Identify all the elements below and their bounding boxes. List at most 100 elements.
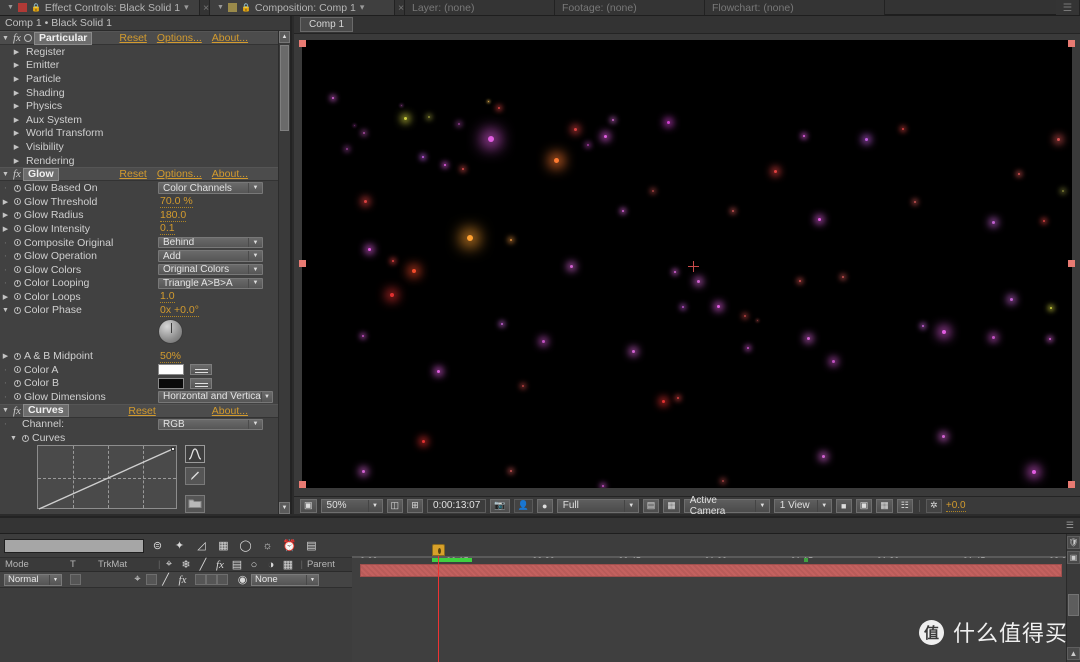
comp-flowchart-icon[interactable]: ☷ (896, 498, 913, 513)
stopwatch-icon[interactable] (11, 225, 24, 233)
scroll-up-arrow[interactable]: ▲ (279, 31, 290, 43)
exposure-icon[interactable]: ✲ (925, 498, 942, 513)
scroll-up-arrow[interactable]: ▲ (1067, 647, 1080, 660)
scroll-down-arrow[interactable]: ▼ (279, 502, 290, 514)
twirl-icon[interactable] (0, 35, 11, 42)
tab-close-x[interactable]: × (200, 0, 210, 15)
timeline-scrollbar[interactable]: 🛡 ▣ ▲ (1066, 534, 1080, 662)
tab-flowchart[interactable]: Flowchart: (none) (705, 0, 885, 15)
stopwatch-icon[interactable] (11, 279, 24, 287)
about-link[interactable]: About... (212, 32, 248, 44)
twirl-icon[interactable] (0, 250, 11, 262)
current-time-display[interactable]: 0:00:13:07 (427, 498, 487, 513)
effect-name[interactable]: Curves (22, 404, 69, 418)
effect-controls-scrollbar[interactable]: ▲ ▼ (278, 31, 290, 514)
zoom-select[interactable]: 50% ▼ (320, 498, 383, 513)
motion-blur-icon[interactable]: ◯ (237, 538, 254, 554)
camera-select[interactable]: Active Camera ▼ (683, 495, 770, 517)
twirl-icon[interactable] (0, 237, 11, 249)
twirl-icon[interactable] (0, 352, 11, 360)
particular-group-row[interactable]: World Transform (0, 127, 278, 141)
twirl-icon[interactable] (11, 48, 22, 56)
particular-group-row[interactable]: Physics (0, 99, 278, 113)
about-link[interactable]: About... (212, 405, 248, 417)
particular-group-row[interactable]: Aux System (0, 113, 278, 127)
particular-group-row[interactable]: Register (0, 45, 278, 59)
grid-guides-icon[interactable]: ◫ (386, 498, 404, 513)
param-value[interactable]: 70.0 % (160, 195, 193, 209)
layer-switch-icon[interactable]: ▣ (1067, 551, 1080, 564)
twirl-icon[interactable] (0, 198, 11, 206)
layer-adjustment-box[interactable] (217, 574, 228, 585)
effect-header-glow[interactable]: fx Glow Reset Options... About... (0, 167, 278, 182)
effect-name[interactable]: Particular (33, 31, 93, 45)
panel-menu-button[interactable]: ☰ (1056, 0, 1080, 15)
timeline-button-icon[interactable]: ▦ (876, 498, 893, 513)
color-a-eyedropper[interactable] (190, 364, 212, 376)
search-input[interactable] (4, 538, 144, 553)
layer-parent-select[interactable]: None ▼ (251, 573, 319, 586)
brainstorm-icon[interactable]: ☼ (259, 538, 276, 554)
stopwatch-icon[interactable] (11, 379, 24, 387)
twirl-icon[interactable] (11, 129, 22, 137)
twirl-icon[interactable] (0, 211, 11, 219)
twirl-icon[interactable] (8, 435, 19, 442)
twirl-icon[interactable] (11, 116, 22, 124)
twirl-icon[interactable] (0, 171, 11, 178)
composition-canvas[interactable] (302, 40, 1072, 488)
twirl-icon[interactable] (0, 277, 11, 289)
twirl-icon[interactable] (11, 157, 22, 165)
param-dropdown[interactable]: Original Colors ▼ (158, 263, 263, 276)
stopwatch-icon[interactable] (11, 266, 24, 274)
graph-editor-icon[interactable]: ▤ (303, 538, 320, 554)
reset-link[interactable]: Reset (128, 405, 155, 417)
lock-icon[interactable]: 🔒 (31, 3, 41, 12)
stopwatch-icon[interactable] (19, 434, 32, 442)
tab-dropdown-icon[interactable]: ▾ (184, 2, 189, 13)
frame-blending-icon[interactable]: ▦ (215, 538, 232, 554)
tab-footage[interactable]: Footage: (none) (555, 0, 705, 15)
pixel-aspect-icon[interactable]: ■ (835, 498, 852, 513)
tab-effect-controls[interactable]: ▼ 🔒 Effect Controls: Black Solid 1 ▾ (0, 0, 200, 15)
param-value[interactable]: 180.0 (160, 209, 187, 222)
timeline-layer-row[interactable]: Normal ▼ ⌖ ╱ fx ◉ None ▼ (0, 572, 352, 588)
stopwatch-icon[interactable] (11, 211, 24, 219)
tab-dropdown-icon[interactable]: ▾ (360, 2, 365, 13)
layer-t-checkbox[interactable] (70, 574, 81, 585)
twirl-icon[interactable] (0, 182, 11, 194)
pencil-icon[interactable] (185, 466, 205, 485)
layer-quality-icon[interactable]: ╱ (157, 572, 174, 588)
twirl-icon[interactable] (11, 61, 22, 69)
layer-duration-bar[interactable] (360, 564, 1062, 577)
param-value[interactable]: 1.0 (160, 290, 175, 304)
parent-pickwhip-icon[interactable]: ◉ (234, 572, 251, 588)
effect-header-curves[interactable]: fx Curves Reset About... (0, 403, 278, 418)
stopwatch-icon[interactable] (11, 293, 24, 301)
color-b-swatch[interactable] (158, 377, 184, 389)
selection-handle-br[interactable] (1068, 481, 1075, 488)
tab-composition[interactable]: ▼ 🔒 Composition: Comp 1 ▾ (210, 0, 395, 15)
color-phase-dial[interactable] (158, 319, 183, 345)
selection-handle-tr[interactable] (1068, 40, 1075, 47)
twirl-icon[interactable] (0, 293, 11, 301)
auto-keyframe-icon[interactable]: ⏰ (281, 538, 298, 554)
tab-close-x-2[interactable]: × (395, 0, 405, 15)
effect-name[interactable]: Glow (22, 167, 59, 181)
selection-handle-mr[interactable] (1068, 260, 1075, 268)
stopwatch-icon[interactable] (11, 198, 24, 206)
param-dropdown[interactable]: Add ▼ (158, 250, 263, 262)
fast-previews-icon[interactable]: ▣ (855, 498, 873, 513)
curves-graph[interactable] (37, 444, 177, 510)
snapshot-camera-icon[interactable]: 📷 (490, 498, 510, 513)
layer-frameblend-box[interactable] (195, 574, 206, 585)
always-preview-icon[interactable]: ▣ (300, 498, 317, 513)
options-link[interactable]: Options... (157, 32, 202, 44)
resolution-select[interactable]: Full ▼ (556, 498, 639, 513)
glow-dimensions-dropdown[interactable]: Horizontal and Vertica ▼ (158, 391, 273, 403)
reset-link[interactable]: Reset (119, 168, 146, 180)
twirl-icon[interactable] (11, 102, 22, 110)
composition-stage[interactable] (294, 34, 1080, 496)
views-select[interactable]: 1 View ▼ (773, 498, 832, 513)
scrollbar-thumb[interactable] (280, 45, 289, 131)
twirl-icon[interactable] (11, 75, 22, 83)
